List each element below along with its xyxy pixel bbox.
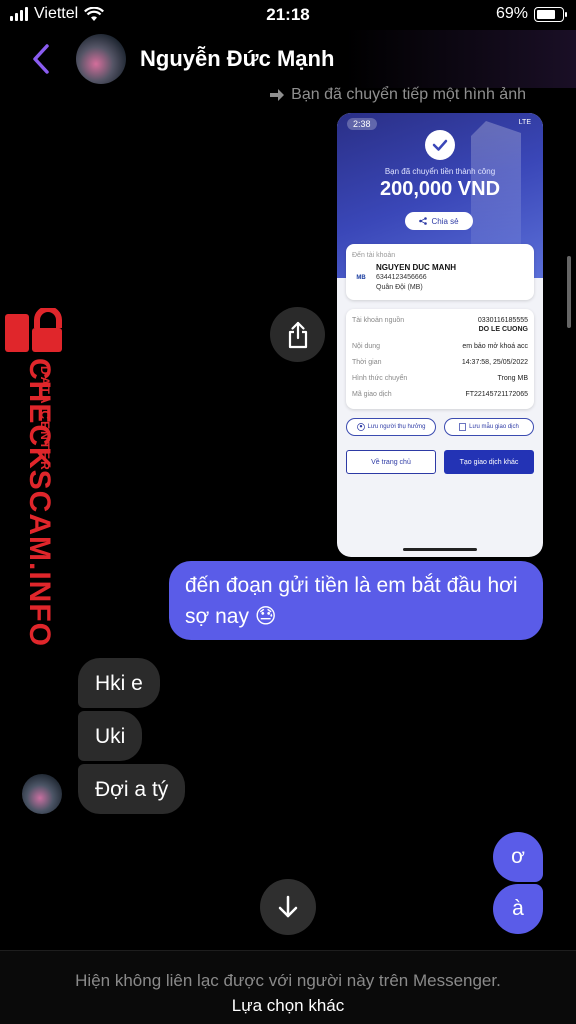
home-button: Về trang chủ xyxy=(346,450,436,474)
recipient-account: 6344123456666 xyxy=(376,274,427,281)
detail-row: Thời gian 14:37:58, 25/05/2022 xyxy=(352,359,528,366)
share-button[interactable] xyxy=(270,307,325,362)
forwarded-receipt-image[interactable]: 2:38 LTE Bạn đã chuyển tiền thành công 2… xyxy=(337,113,543,557)
message-sent[interactable]: ơ xyxy=(493,832,543,882)
document-icon xyxy=(459,423,466,431)
other-options-link[interactable]: Lựa chọn khác xyxy=(0,996,576,1016)
clock: 21:18 xyxy=(266,5,310,24)
forwarded-note: Bạn đã chuyển tiếp một hình ảnh xyxy=(269,86,526,104)
detail-row: Mã giao dịch FT22145721172065 xyxy=(352,391,528,398)
receipt-network: LTE xyxy=(518,119,531,126)
contact-name[interactable]: Nguyễn Đức Mạnh xyxy=(140,46,334,72)
padlock-icon xyxy=(5,308,62,352)
watermark-sub-text: DATA CENTER xyxy=(38,366,52,472)
message-received[interactable]: Đợi a tý xyxy=(78,764,186,814)
unavailable-notice: Hiện không liên lạc được với người này t… xyxy=(75,971,501,990)
save-recipient-button: Lưu người thụ hưởng xyxy=(346,418,436,436)
message-sent[interactable]: đến đoạn gửi tiền là em bắt đầu hơi sợ n… xyxy=(169,561,543,640)
receipt-amount: 200,000 VND xyxy=(379,178,501,200)
detail-row: DO LE CUONG xyxy=(478,326,528,333)
receipt-share-label: Chia sẻ xyxy=(431,216,459,226)
save-template-button: Lưu mẫu giao dịch xyxy=(444,418,534,436)
share-icon xyxy=(419,217,428,225)
receipt-share-button: Chia sẻ xyxy=(405,212,473,230)
user-icon xyxy=(356,423,365,431)
receipt-success-text: Bạn đã chuyển tiền thành công xyxy=(384,167,496,176)
status-bar: Viettel 21:18 69% xyxy=(0,0,576,30)
forward-arrow-icon xyxy=(270,89,285,101)
receipt-phone-time: 2:38 xyxy=(347,118,377,130)
scrollbar[interactable] xyxy=(567,256,571,328)
home-indicator xyxy=(403,548,477,551)
detail-row: Nội dung em bảo mở khoá acc xyxy=(352,343,528,350)
checkscam-watermark: CHECKSCAM.INFO DATA CENTER xyxy=(2,308,66,647)
battery-percent: 69% xyxy=(495,5,528,22)
forwarded-note-text: Bạn đã chuyển tiếp một hình ảnh xyxy=(291,86,526,103)
sender-avatar[interactable] xyxy=(22,774,62,814)
detail-row: Tài khoản nguồn 0330116185555 xyxy=(352,317,528,324)
to-account-label: Đến tài khoản xyxy=(352,252,396,259)
battery-icon xyxy=(534,6,567,22)
success-check-icon xyxy=(425,130,455,160)
back-chevron-icon[interactable] xyxy=(28,42,54,76)
bank-logo: MB xyxy=(356,275,366,281)
contact-avatar[interactable] xyxy=(76,34,126,84)
share-icon xyxy=(288,321,307,348)
message-sent[interactable]: à xyxy=(493,884,543,934)
new-transaction-button: Tạo giao dịch khác xyxy=(444,450,534,474)
transaction-details-card: Tài khoản nguồn 0330116185555 DO LE CUON… xyxy=(346,309,534,409)
message-received[interactable]: Uki xyxy=(78,711,143,761)
scroll-to-bottom-button[interactable] xyxy=(260,879,316,935)
recipient-bank: Quân Đội (MB) xyxy=(376,284,423,291)
recipient-card: Đến tài khoản MB NGUYEN DUC MANH 6344123… xyxy=(346,244,534,300)
arrow-down-icon xyxy=(278,895,298,918)
recipient-name: NGUYEN DUC MANH xyxy=(376,263,456,272)
unavailable-footer: Hiện không liên lạc được với người này t… xyxy=(0,950,576,1024)
conversation-header: Nguyễn Đức Mạnh xyxy=(0,30,576,88)
detail-row: Hình thức chuyển Trong MB xyxy=(352,375,528,382)
message-received[interactable]: Hki e xyxy=(78,658,160,708)
